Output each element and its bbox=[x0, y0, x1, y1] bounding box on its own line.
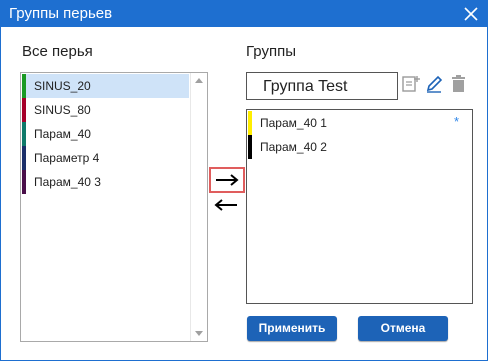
all-pens-label: Все перья bbox=[22, 43, 93, 60]
group-pens-list[interactable]: Парам_40 1 * Парам_40 2 bbox=[246, 109, 473, 304]
list-item[interactable]: Парам_40 bbox=[22, 122, 189, 146]
title-bar: Группы перьев bbox=[1, 1, 487, 27]
all-pens-list[interactable]: SINUS_20 SINUS_80 Парам_40 Параметр 4 Па… bbox=[20, 72, 208, 342]
arrow-left-icon bbox=[214, 199, 237, 211]
list-item-label: Параметр 4 bbox=[34, 151, 100, 165]
color-swatch bbox=[248, 111, 252, 135]
pen-groups-dialog: Группы перьев Все перья Группы SINUS_20 … bbox=[0, 0, 488, 361]
color-swatch bbox=[22, 98, 26, 122]
group-name-input[interactable] bbox=[261, 75, 395, 99]
color-swatch bbox=[22, 146, 26, 170]
vertical-scrollbar[interactable] bbox=[190, 73, 207, 341]
edit-icon[interactable] bbox=[425, 74, 443, 94]
move-left-button[interactable] bbox=[209, 194, 245, 216]
cancel-button[interactable]: Отмена bbox=[358, 316, 448, 341]
close-icon[interactable] bbox=[461, 4, 481, 24]
scroll-down-icon[interactable] bbox=[195, 331, 203, 336]
arrow-right-icon bbox=[216, 174, 239, 186]
move-right-button[interactable] bbox=[209, 167, 245, 193]
list-item-label: Парам_40 2 bbox=[260, 140, 327, 154]
list-item[interactable]: Парам_40 2 bbox=[248, 135, 471, 159]
new-group-icon[interactable] bbox=[402, 74, 420, 94]
list-item[interactable]: Парам_40 3 bbox=[22, 170, 189, 194]
color-swatch bbox=[22, 170, 26, 194]
apply-button[interactable]: Применить bbox=[247, 316, 337, 341]
groups-label: Группы bbox=[246, 43, 296, 60]
list-item-label: Парам_40 1 bbox=[260, 116, 327, 130]
list-item-label: SINUS_80 bbox=[34, 103, 91, 117]
list-item-label: Парам_40 bbox=[34, 127, 91, 141]
color-swatch bbox=[22, 122, 26, 146]
list-item[interactable]: Парам_40 1 * bbox=[248, 111, 471, 135]
trash-icon[interactable] bbox=[450, 74, 468, 94]
color-swatch bbox=[22, 74, 26, 98]
list-item-label: Парам_40 3 bbox=[34, 175, 101, 189]
group-name-field[interactable] bbox=[246, 72, 398, 100]
color-swatch bbox=[248, 135, 252, 159]
window-title: Группы перьев bbox=[9, 5, 113, 22]
list-item[interactable]: SINUS_20 bbox=[22, 74, 189, 98]
scroll-up-icon[interactable] bbox=[195, 78, 203, 83]
list-item[interactable]: Параметр 4 bbox=[22, 146, 189, 170]
modified-marker: * bbox=[453, 114, 459, 129]
list-item-label: SINUS_20 bbox=[34, 79, 91, 93]
list-item[interactable]: SINUS_80 bbox=[22, 98, 189, 122]
